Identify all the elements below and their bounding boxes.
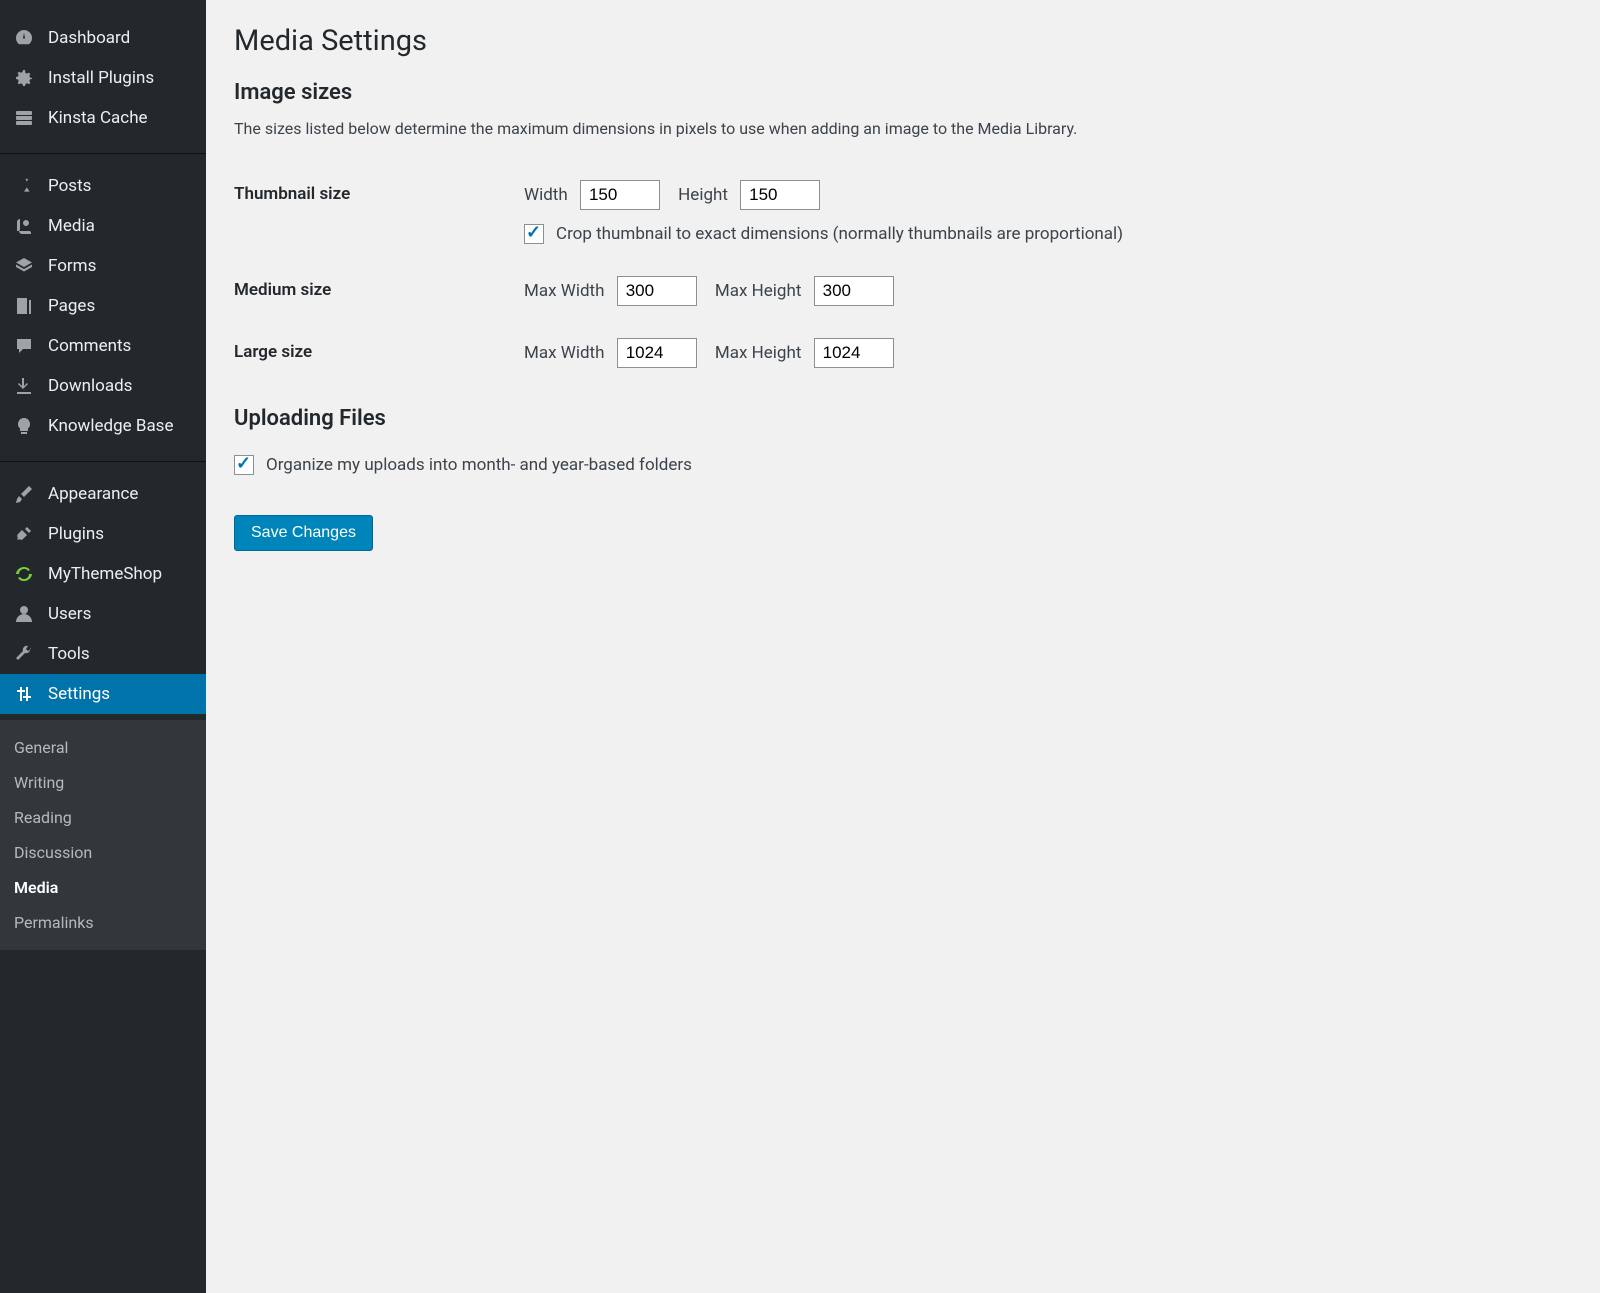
download-icon xyxy=(12,374,36,398)
sidebar-item-appearance[interactable]: Appearance xyxy=(0,474,206,514)
dashboard-icon xyxy=(12,26,36,50)
menu-separator xyxy=(0,150,206,154)
sidebar-item-kinsta-cache[interactable]: Kinsta Cache xyxy=(0,98,206,138)
wrench-icon xyxy=(12,642,36,666)
menu-group-3: Appearance Plugins MyThemeShop Users Tools Se… xyxy=(0,468,206,720)
sidebar-item-plugins[interactable]: Plugins xyxy=(0,514,206,554)
thumbnail-width-input[interactable] xyxy=(580,180,660,210)
thumbnail-crop-checkbox[interactable] xyxy=(524,224,544,244)
sidebar-item-pages[interactable]: Pages xyxy=(0,286,206,326)
medium-maxheight-label: Max Height xyxy=(715,281,802,301)
sidebar-item-forms[interactable]: Forms xyxy=(0,246,206,286)
server-icon xyxy=(12,106,36,130)
settings-submenu: GeneralWritingReadingDiscussionMediaPerm… xyxy=(0,720,206,950)
comment-icon xyxy=(12,334,36,358)
sidebar-item-label: MyThemeShop xyxy=(48,564,162,584)
sidebar-item-users[interactable]: Users xyxy=(0,594,206,634)
main-content: Media Settings Image sizes The sizes lis… xyxy=(206,0,1600,1293)
organize-uploads-checkbox[interactable] xyxy=(234,455,254,475)
sidebar-item-knowledge-base[interactable]: Knowledge Base xyxy=(0,406,206,446)
thumbnail-crop-label: Crop thumbnail to exact dimensions (norm… xyxy=(556,224,1123,244)
sidebar-item-comments[interactable]: Comments xyxy=(0,326,206,366)
thumbnail-height-input[interactable] xyxy=(740,180,820,210)
large-label: Large size xyxy=(234,322,514,384)
menu-separator xyxy=(0,458,206,462)
page-title: Media Settings xyxy=(234,24,1572,58)
sidebar-item-tools[interactable]: Tools xyxy=(0,634,206,674)
media-icon xyxy=(12,214,36,238)
bulb-icon xyxy=(12,414,36,438)
sidebar-item-mythemeshop[interactable]: MyThemeShop xyxy=(0,554,206,594)
sidebar-item-label: Appearance xyxy=(48,484,138,504)
submenu-item-media[interactable]: Media xyxy=(0,870,206,905)
large-maxwidth-input[interactable] xyxy=(617,338,697,368)
sidebar-item-label: Media xyxy=(48,216,95,236)
brush-icon xyxy=(12,482,36,506)
settings-icon xyxy=(12,682,36,706)
image-sizes-table: Thumbnail size Width Height Crop thumbna… xyxy=(234,164,1133,384)
sidebar-item-label: Plugins xyxy=(48,524,104,544)
menu-group-2: Posts Media Forms Pages Comments Downloads Kno… xyxy=(0,160,206,452)
large-maxheight-input[interactable] xyxy=(814,338,894,368)
sidebar-item-label: Downloads xyxy=(48,376,132,396)
admin-sidebar: Dashboard Install Plugins Kinsta Cache Pos… xyxy=(0,0,206,1293)
sidebar-item-media[interactable]: Media xyxy=(0,206,206,246)
sidebar-item-label: Users xyxy=(48,604,91,624)
sidebar-item-label: Install Plugins xyxy=(48,68,154,88)
submenu-item-permalinks[interactable]: Permalinks xyxy=(0,905,206,940)
plug-icon xyxy=(12,522,36,546)
menu-group-1: Dashboard Install Plugins Kinsta Cache xyxy=(0,12,206,144)
sidebar-item-label: Kinsta Cache xyxy=(48,108,148,128)
uploading-files-heading: Uploading Files xyxy=(234,406,1572,431)
sidebar-item-posts[interactable]: Posts xyxy=(0,166,206,206)
forms-icon xyxy=(12,254,36,278)
sidebar-item-label: Settings xyxy=(48,684,110,704)
organize-uploads-label: Organize my uploads into month- and year… xyxy=(266,455,692,475)
image-sizes-description: The sizes listed below determine the max… xyxy=(234,119,1572,138)
thumbnail-width-label: Width xyxy=(524,185,568,205)
thumbnail-height-label: Height xyxy=(678,185,728,205)
submenu-item-discussion[interactable]: Discussion xyxy=(0,835,206,870)
sidebar-item-label: Tools xyxy=(48,644,90,664)
sidebar-item-label: Pages xyxy=(48,296,95,316)
submenu-item-general[interactable]: General xyxy=(0,730,206,765)
pin-icon xyxy=(12,174,36,198)
sidebar-item-downloads[interactable]: Downloads xyxy=(0,366,206,406)
submenu-item-writing[interactable]: Writing xyxy=(0,765,206,800)
submenu-item-reading[interactable]: Reading xyxy=(0,800,206,835)
medium-maxheight-input[interactable] xyxy=(814,276,894,306)
sidebar-item-dashboard[interactable]: Dashboard xyxy=(0,18,206,58)
medium-label: Medium size xyxy=(234,260,514,322)
medium-maxwidth-input[interactable] xyxy=(617,276,697,306)
large-maxwidth-label: Max Width xyxy=(524,343,604,363)
sidebar-item-label: Forms xyxy=(48,256,96,276)
sidebar-item-label: Knowledge Base xyxy=(48,416,173,436)
gear-icon xyxy=(12,66,36,90)
refresh-icon xyxy=(12,562,36,586)
pages-icon xyxy=(12,294,36,318)
user-icon xyxy=(12,602,36,626)
sidebar-item-label: Comments xyxy=(48,336,131,356)
image-sizes-heading: Image sizes xyxy=(234,80,1572,105)
save-changes-button[interactable]: Save Changes xyxy=(234,515,373,551)
sidebar-item-settings[interactable]: Settings xyxy=(0,674,206,714)
sidebar-item-label: Posts xyxy=(48,176,91,196)
sidebar-item-install-plugins[interactable]: Install Plugins xyxy=(0,58,206,98)
large-maxheight-label: Max Height xyxy=(715,343,802,363)
medium-maxwidth-label: Max Width xyxy=(524,281,604,301)
sidebar-item-label: Dashboard xyxy=(48,28,130,48)
thumbnail-label: Thumbnail size xyxy=(234,164,514,260)
